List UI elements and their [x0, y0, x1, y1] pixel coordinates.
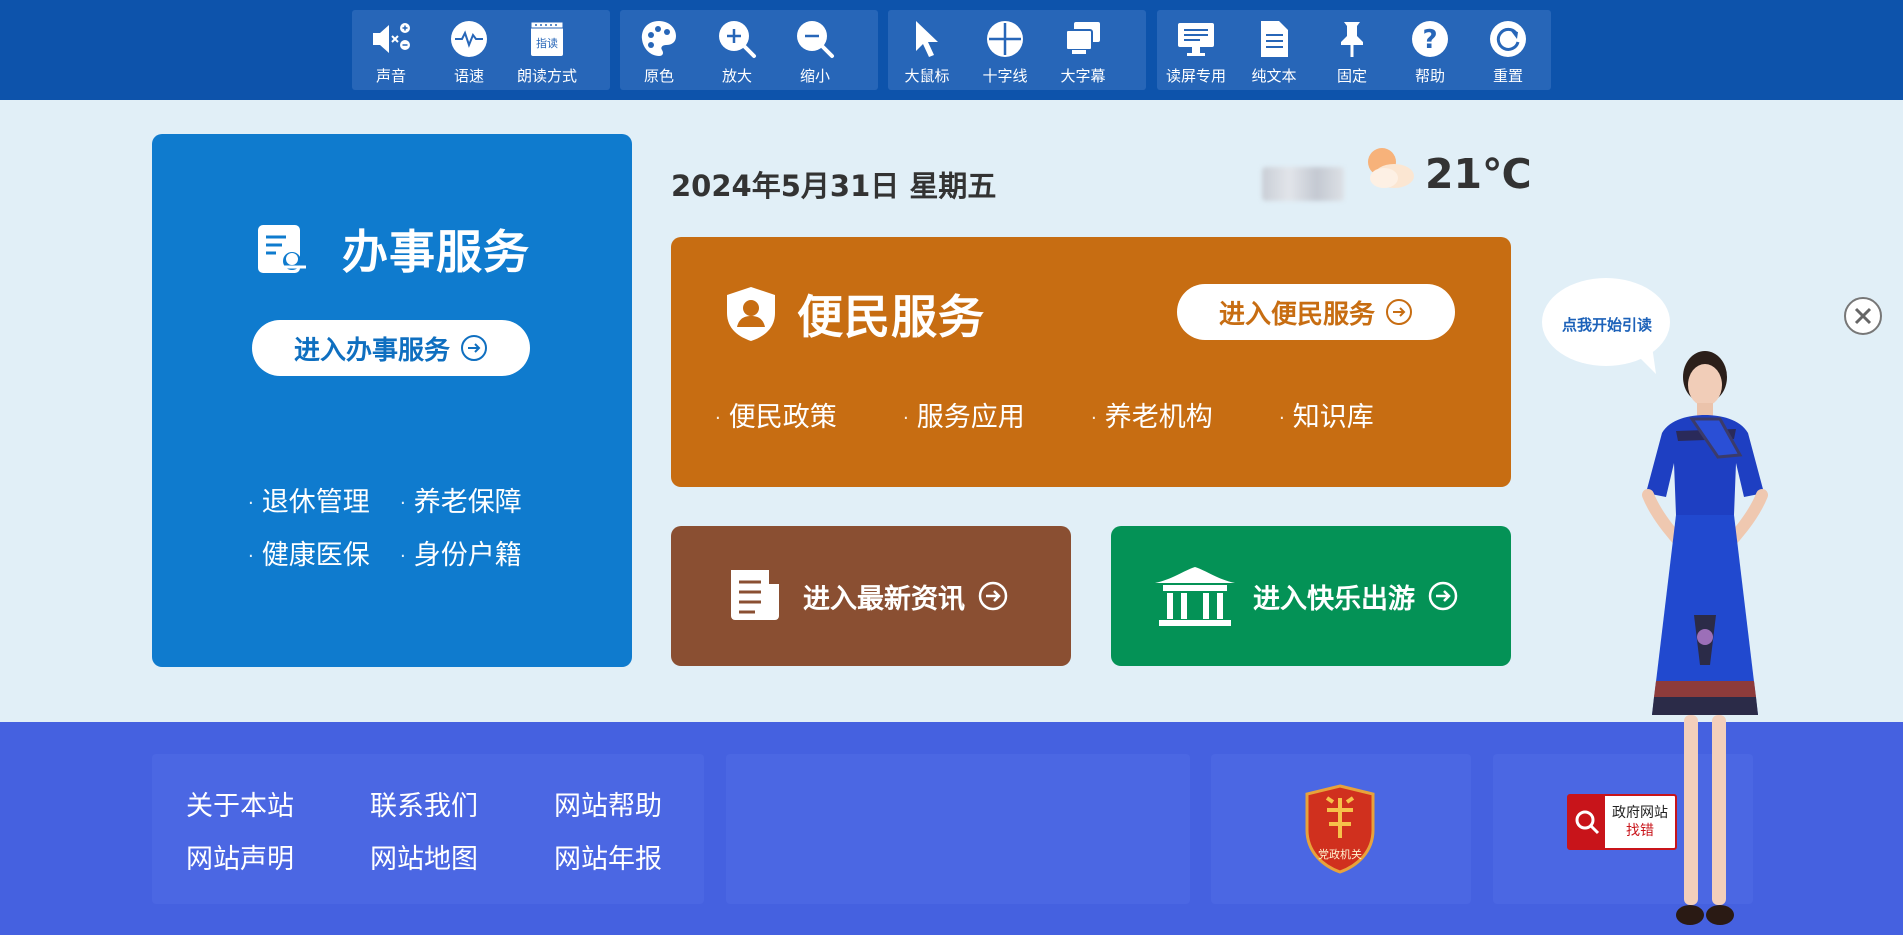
- convenience-title: 便民服务: [797, 290, 985, 344]
- read-mode-icon: 指读: [530, 21, 564, 56]
- shield-user-icon: [727, 287, 775, 341]
- footer-link-about[interactable]: 关于本站: [186, 784, 370, 823]
- palette-icon: [641, 21, 676, 56]
- toolbar-group-audio: 声音 语速 指读 朗读方式: [352, 10, 610, 90]
- footer-blank-box: [726, 754, 1190, 904]
- screen-reader-label: 读屏专用: [1165, 67, 1226, 85]
- zoom-out-label: 缩小: [799, 67, 830, 85]
- zoom-in-label: 放大: [721, 67, 752, 85]
- footer-link-sitemap[interactable]: 网站地图: [370, 837, 554, 876]
- cursor-icon: [916, 21, 938, 57]
- link-knowledge-base[interactable]: 知识库: [1279, 395, 1467, 434]
- help-button[interactable]: ? 帮助: [1391, 10, 1469, 90]
- read-mode-label: 朗读方式: [516, 67, 577, 85]
- link-pension[interactable]: 养老保障: [400, 480, 552, 519]
- speed-label: 语速: [453, 67, 484, 85]
- screen-reader-icon: [1178, 23, 1214, 56]
- big-caption-icon: [1065, 22, 1100, 54]
- screen-reader-button[interactable]: 读屏专用: [1157, 10, 1235, 90]
- arrow-circle-icon: [978, 581, 1008, 611]
- guide-avatar[interactable]: [1600, 345, 1810, 935]
- footer-link-annual-report[interactable]: 网站年报: [554, 837, 694, 876]
- speed-button[interactable]: 语速: [430, 10, 508, 90]
- zoom-out-icon: [797, 21, 834, 58]
- big-caption-label: 大字幕: [1060, 67, 1106, 85]
- zoom-in-button[interactable]: 放大: [698, 10, 776, 90]
- convenience-card: 便民服务 进入便民服务 便民政策 服务应用 养老机构 知识库: [671, 237, 1511, 487]
- toolbar-group-tools: 读屏专用 纯文本 固定 ? 帮助 重置: [1157, 10, 1551, 90]
- reset-icon: [1490, 21, 1526, 57]
- news-card[interactable]: 进入最新资讯: [671, 526, 1071, 666]
- services-title: 办事服务: [342, 225, 530, 279]
- pin-button[interactable]: 固定: [1313, 10, 1391, 90]
- services-card: 办事服务 进入办事服务 退休管理 养老保障 健康医保 身份户籍: [152, 134, 632, 667]
- read-mode-button[interactable]: 指读 朗读方式: [508, 10, 586, 90]
- enter-convenience-button[interactable]: 进入便民服务: [1177, 284, 1455, 340]
- sound-button[interactable]: 声音: [352, 10, 430, 90]
- pin-icon: [1341, 22, 1363, 57]
- big-cursor-label: 大鼠标: [904, 67, 950, 85]
- news-label: 进入最新资讯: [803, 583, 965, 615]
- speed-icon: [451, 21, 487, 57]
- help-label: 帮助: [1414, 67, 1445, 85]
- current-date: 2024年5月31日 星期五: [671, 169, 997, 203]
- toolbar-group-pointer: 大鼠标 十字线 大字幕: [888, 10, 1146, 90]
- convenience-header: 便民服务: [723, 281, 985, 347]
- sound-label: 声音: [375, 67, 406, 85]
- link-health-insurance[interactable]: 健康医保: [248, 533, 400, 572]
- reset-label: 重置: [1492, 67, 1523, 85]
- footer-links-box: 关于本站 联系我们 网站帮助 网站声明 网站地图 网站年报: [152, 754, 704, 904]
- svg-text:?: ?: [1422, 25, 1437, 55]
- svg-text:党政机关: 党政机关: [1318, 847, 1362, 861]
- accessibility-toolbar: 声音 语速 指读 朗读方式 原色 放大 缩小 大鼠标 十字线 大字幕 读屏专用 …: [0, 0, 1903, 100]
- crosshair-button[interactable]: 十字线: [966, 10, 1044, 90]
- party-government-emblem[interactable]: 党政机关: [1303, 784, 1377, 874]
- zoom-in-icon: [719, 21, 756, 58]
- help-icon: ?: [1412, 21, 1448, 57]
- travel-card[interactable]: 进入快乐出游: [1111, 526, 1511, 666]
- document-icon: [1261, 21, 1288, 57]
- footer-emblem-box: 党政机关: [1211, 754, 1471, 904]
- original-color-button[interactable]: 原色: [620, 10, 698, 90]
- link-retirement[interactable]: 退休管理: [248, 480, 400, 519]
- link-household-registry[interactable]: 身份户籍: [400, 533, 552, 572]
- close-icon[interactable]: [1843, 296, 1883, 336]
- weather-city-blurred: [1262, 167, 1344, 201]
- plain-text-button[interactable]: 纯文本: [1235, 10, 1313, 90]
- original-color-label: 原色: [643, 67, 674, 85]
- link-elderly-care[interactable]: 养老机构: [1091, 395, 1279, 434]
- start-guide-bubble[interactable]: 点我开始引读: [1540, 314, 1674, 335]
- arrow-circle-icon: [1386, 299, 1412, 325]
- enter-convenience-label: 进入便民服务: [1218, 299, 1375, 330]
- footer-link-contact[interactable]: 联系我们: [370, 784, 554, 823]
- crosshair-label: 十字线: [982, 67, 1028, 85]
- footer-link-help[interactable]: 网站帮助: [554, 784, 694, 823]
- footer-link-statement[interactable]: 网站声明: [186, 837, 370, 876]
- crosshair-icon: [987, 21, 1023, 57]
- big-caption-button[interactable]: 大字幕: [1044, 10, 1122, 90]
- news-document-icon: [731, 570, 779, 620]
- zoom-out-button[interactable]: 缩小: [776, 10, 854, 90]
- link-service-apps[interactable]: 服务应用: [903, 395, 1091, 434]
- arrow-circle-icon: [1428, 581, 1458, 611]
- enter-services-button[interactable]: 进入办事服务: [252, 320, 530, 376]
- plain-text-label: 纯文本: [1251, 67, 1297, 85]
- form-icon: [258, 225, 306, 273]
- arrow-circle-icon: [461, 335, 487, 361]
- services-links: 退休管理 养老保障 健康医保 身份户籍: [248, 480, 548, 572]
- pavilion-icon: [1155, 567, 1235, 626]
- partly-cloudy-icon: [1368, 148, 1414, 188]
- temperature: 21℃: [1425, 150, 1532, 198]
- svg-text:指读: 指读: [536, 36, 558, 50]
- pin-label: 固定: [1336, 67, 1367, 85]
- big-cursor-button[interactable]: 大鼠标: [888, 10, 966, 90]
- speaker-icon: [373, 23, 410, 53]
- travel-label: 进入快乐出游: [1253, 583, 1415, 615]
- reset-button[interactable]: 重置: [1469, 10, 1547, 90]
- enter-services-label: 进入办事服务: [293, 335, 450, 366]
- convenience-links: 便民政策 服务应用 养老机构 知识库: [715, 395, 1467, 434]
- link-policy[interactable]: 便民政策: [715, 395, 903, 434]
- toolbar-group-display: 原色 放大 缩小: [620, 10, 878, 90]
- services-header: 办事服务: [256, 216, 530, 282]
